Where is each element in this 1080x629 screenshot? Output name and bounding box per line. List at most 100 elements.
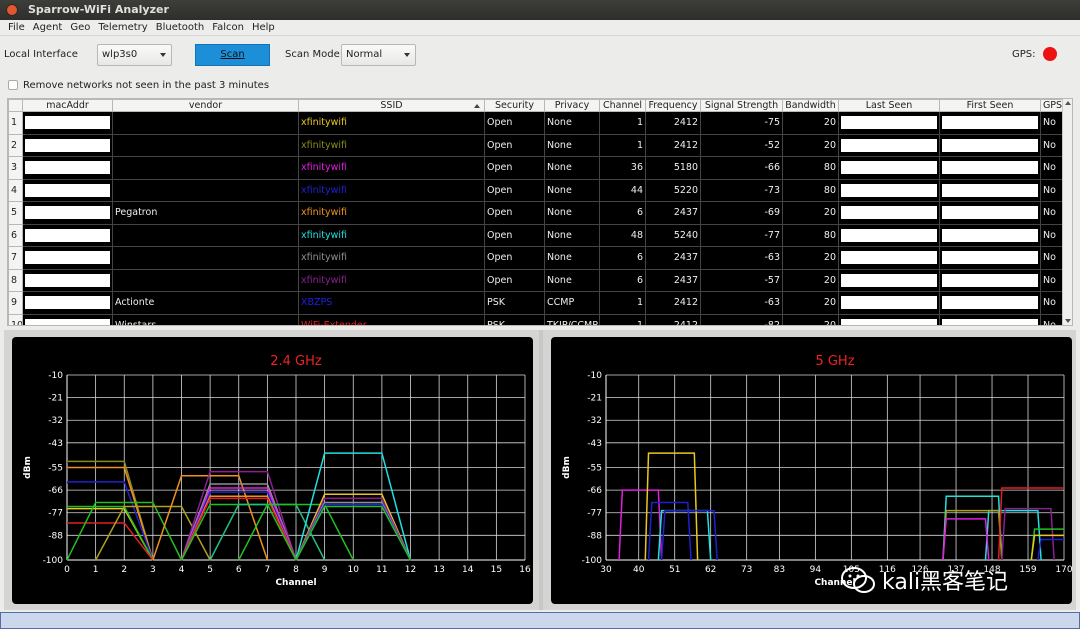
column-header-macaddr[interactable]: macAddr	[22, 99, 113, 112]
y-tick-label: -55	[587, 464, 602, 474]
frequency-cell: 2412	[645, 313, 701, 325]
scan-mode-select[interactable]: Normal	[341, 44, 416, 66]
privacy-cell: None	[544, 268, 600, 292]
y-tick-label: -21	[48, 394, 63, 404]
table-row[interactable]: 7 xfinitywifi Open None 6 2437 -63 20 No	[8, 246, 1065, 270]
channel-cell: 44	[599, 178, 646, 202]
row-number-cell: 5	[8, 201, 23, 225]
menu-geo[interactable]: Geo	[66, 20, 94, 35]
column-header-gps[interactable]: GPS	[1040, 99, 1065, 112]
security-cell: Open	[484, 133, 545, 157]
last-seen-cell	[838, 291, 940, 315]
ssid-cell: xfinitywifi	[298, 156, 485, 180]
column-header-index[interactable]	[8, 99, 23, 112]
first-seen-cell	[939, 201, 1041, 225]
x-tick-label: 51	[669, 565, 680, 575]
table-row[interactable]: 6 xfinitywifi Open None 48 5240 -77 80 No	[8, 223, 1065, 247]
vendor-cell	[112, 111, 299, 135]
column-header-bandwidth[interactable]: Bandwidth	[782, 99, 839, 112]
row-number-cell: 8	[8, 268, 23, 292]
x-tick-label: 14	[462, 565, 474, 575]
y-tick-label: -43	[48, 439, 63, 449]
table-row[interactable]: 2 xfinitywifi Open None 1 2412 -52 20 No	[8, 133, 1065, 157]
table-scrollbar[interactable]	[1062, 99, 1072, 325]
menu-bluetooth[interactable]: Bluetooth	[152, 20, 209, 35]
table-row[interactable]: 5 Pegatron xfinitywifi Open None 6 2437 -69 20 No	[8, 201, 1065, 225]
remove-stale-checkbox[interactable]	[8, 80, 18, 90]
column-header-privacy[interactable]: Privacy	[544, 99, 600, 112]
table-row[interactable]: 1 xfinitywifi Open None 1 2412 -75 20 No	[8, 111, 1065, 135]
y-tick-label: -66	[48, 486, 63, 496]
bandwidth-cell: 80	[782, 223, 839, 247]
column-header-last-seen[interactable]: Last Seen	[838, 99, 940, 112]
mac-address-cell	[22, 133, 113, 157]
x-tick-label: 7	[265, 565, 271, 575]
x-tick-label: 4	[179, 565, 185, 575]
watermark-text: kali黑客笔记	[882, 570, 1009, 595]
table-row[interactable]: 10 Winstars WiFi-Extender PSK TKIP/CCMP 1 2412…	[8, 313, 1065, 325]
row-number-cell: 2	[8, 133, 23, 157]
channel-cell: 6	[599, 268, 646, 292]
menu-bar: File Agent Geo Telemetry Bluetooth Falco…	[0, 20, 1080, 36]
gps-cell: No	[1040, 156, 1065, 180]
security-cell: Open	[484, 268, 545, 292]
redacted-value	[25, 318, 110, 325]
bandwidth-cell: 20	[782, 201, 839, 225]
interface-select[interactable]: wlp3s0	[97, 44, 172, 66]
channel-cell: 6	[599, 246, 646, 270]
redacted-value	[25, 161, 110, 175]
mac-address-cell	[22, 268, 113, 292]
title-bar: Sparrow-WiFi Analyzer	[0, 0, 1080, 20]
menu-file[interactable]: File	[4, 20, 29, 35]
x-tick-label: 9	[322, 565, 328, 575]
table-row[interactable]: 8 xfinitywifi Open None 6 2437 -57 20 No	[8, 268, 1065, 292]
last-seen-cell	[838, 268, 940, 292]
column-header-channel[interactable]: Channel	[599, 99, 646, 112]
table-row[interactable]: 4 xfinitywifi Open None 44 5220 -73 80 No	[8, 178, 1065, 202]
column-header-ssid[interactable]: SSID	[298, 99, 485, 112]
y-tick-label: -88	[587, 531, 602, 541]
column-header-vendor[interactable]: vendor	[112, 99, 299, 112]
table-row[interactable]: 9 Actionte XBZPS PSK CCMP 1 2412 -63 20 No	[8, 291, 1065, 315]
column-header-frequency[interactable]: Frequency	[645, 99, 701, 112]
bandwidth-cell: 20	[782, 246, 839, 270]
privacy-cell: None	[544, 133, 600, 157]
chart-panel-24ghz: 2.4 GHz 0 1 2 3 4 5 6 7 8 9 10 11 12 13 14 15 16 -10 -21 -32…	[4, 330, 539, 610]
redacted-value	[25, 206, 110, 220]
scroll-down-arrow-icon[interactable]	[1065, 319, 1071, 323]
watermark: kali黑客笔记	[840, 562, 1008, 598]
x-tick-label: 62	[705, 565, 716, 575]
first-seen-cell	[939, 291, 1041, 315]
vendor-cell: Winstars	[112, 313, 299, 325]
menu-telemetry[interactable]: Telemetry	[94, 20, 151, 35]
first-seen-cell	[939, 156, 1041, 180]
menu-agent[interactable]: Agent	[29, 20, 67, 35]
chart-title: 5 GHz	[815, 354, 854, 369]
close-window-button[interactable]	[6, 4, 18, 16]
last-seen-cell	[838, 178, 940, 202]
security-cell: Open	[484, 156, 545, 180]
scroll-up-arrow-icon[interactable]	[1065, 101, 1071, 105]
y-tick-label: -66	[587, 486, 602, 496]
table-row[interactable]: 3 xfinitywifi Open None 36 5180 -66 80 No	[8, 156, 1065, 180]
redacted-value	[841, 251, 937, 265]
column-header-security[interactable]: Security	[484, 99, 545, 112]
privacy-cell: None	[544, 178, 600, 202]
privacy-cell: CCMP	[544, 291, 600, 315]
column-header-signal-strength[interactable]: Signal Strength	[700, 99, 783, 112]
redacted-value	[841, 138, 937, 152]
privacy-cell: None	[544, 223, 600, 247]
menu-help[interactable]: Help	[248, 20, 279, 35]
y-tick-label: -32	[587, 416, 602, 426]
chart-background	[12, 337, 533, 604]
menu-falcon[interactable]: Falcon	[208, 20, 248, 35]
column-header-first-seen[interactable]: First Seen	[939, 99, 1041, 112]
redacted-value	[841, 116, 937, 130]
mac-address-cell	[22, 178, 113, 202]
scan-mode-select-value: Normal	[346, 49, 383, 60]
x-tick-label: 11	[376, 565, 387, 575]
signal-strength-cell: -77	[700, 223, 783, 247]
redacted-value	[841, 273, 937, 287]
scan-button[interactable]: Scan	[195, 44, 270, 66]
interface-select-value: wlp3s0	[102, 49, 138, 60]
